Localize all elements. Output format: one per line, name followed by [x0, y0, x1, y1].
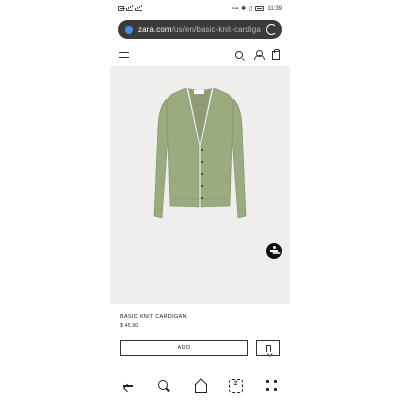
search-icon[interactable] [235, 51, 243, 59]
bookmark-icon [266, 345, 271, 352]
url-text[interactable]: zara.com/us/en/basic-knit-cardiga [138, 25, 268, 34]
reload-icon[interactable] [266, 24, 277, 35]
status-bar: ⊶ ✱ ▯ 11:39 [110, 0, 290, 18]
tabs-icon[interactable]: 2 [229, 379, 243, 393]
account-icon[interactable] [254, 50, 265, 60]
url-path: /us/en/basic-knit-cardiga [171, 25, 261, 34]
tabs-count: 2 [233, 381, 238, 387]
url-bar[interactable]: zara.com/us/en/basic-knit-cardiga [118, 20, 282, 39]
phone-screen: ⊶ ✱ ▯ 11:39 zara.com/us/en/basic-knit-ca… [110, 0, 290, 400]
sim-icon [118, 6, 125, 11]
product-image[interactable] [110, 66, 290, 304]
signal-icon [126, 6, 133, 11]
status-right: ⊶ ✱ ▯ 11:39 [232, 5, 282, 13]
save-button[interactable] [256, 340, 280, 356]
home-icon[interactable] [193, 379, 207, 393]
more-icon[interactable] [265, 379, 279, 393]
vibrate-icon: ▯ [249, 6, 253, 12]
add-button[interactable]: ADD [120, 340, 248, 356]
site-header [110, 44, 290, 66]
shopping-bag-icon[interactable] [272, 49, 280, 60]
browser-nav-bar: 2 [110, 372, 290, 400]
product-name: BASIC KNIT CARDIGAN [120, 314, 187, 320]
status-time: 11:39 [267, 5, 282, 12]
key-icon: ⊶ [232, 6, 239, 12]
site-info-icon[interactable] [125, 25, 133, 34]
cardigan-image [153, 87, 247, 219]
accessibility-icon[interactable] [266, 243, 282, 259]
wifi-icon [135, 6, 142, 11]
url-host: zara.com [138, 25, 172, 34]
product-info: BASIC KNIT CARDIGAN $ 45.90 ADD [110, 304, 290, 368]
back-arrow-icon[interactable] [122, 379, 136, 393]
menu-icon[interactable] [119, 52, 129, 58]
battery-icon [255, 6, 265, 11]
bluetooth-icon: ✱ [241, 6, 247, 12]
nav-search-icon[interactable] [157, 379, 171, 393]
status-left [118, 6, 142, 11]
product-price: $ 45.90 [120, 323, 139, 329]
